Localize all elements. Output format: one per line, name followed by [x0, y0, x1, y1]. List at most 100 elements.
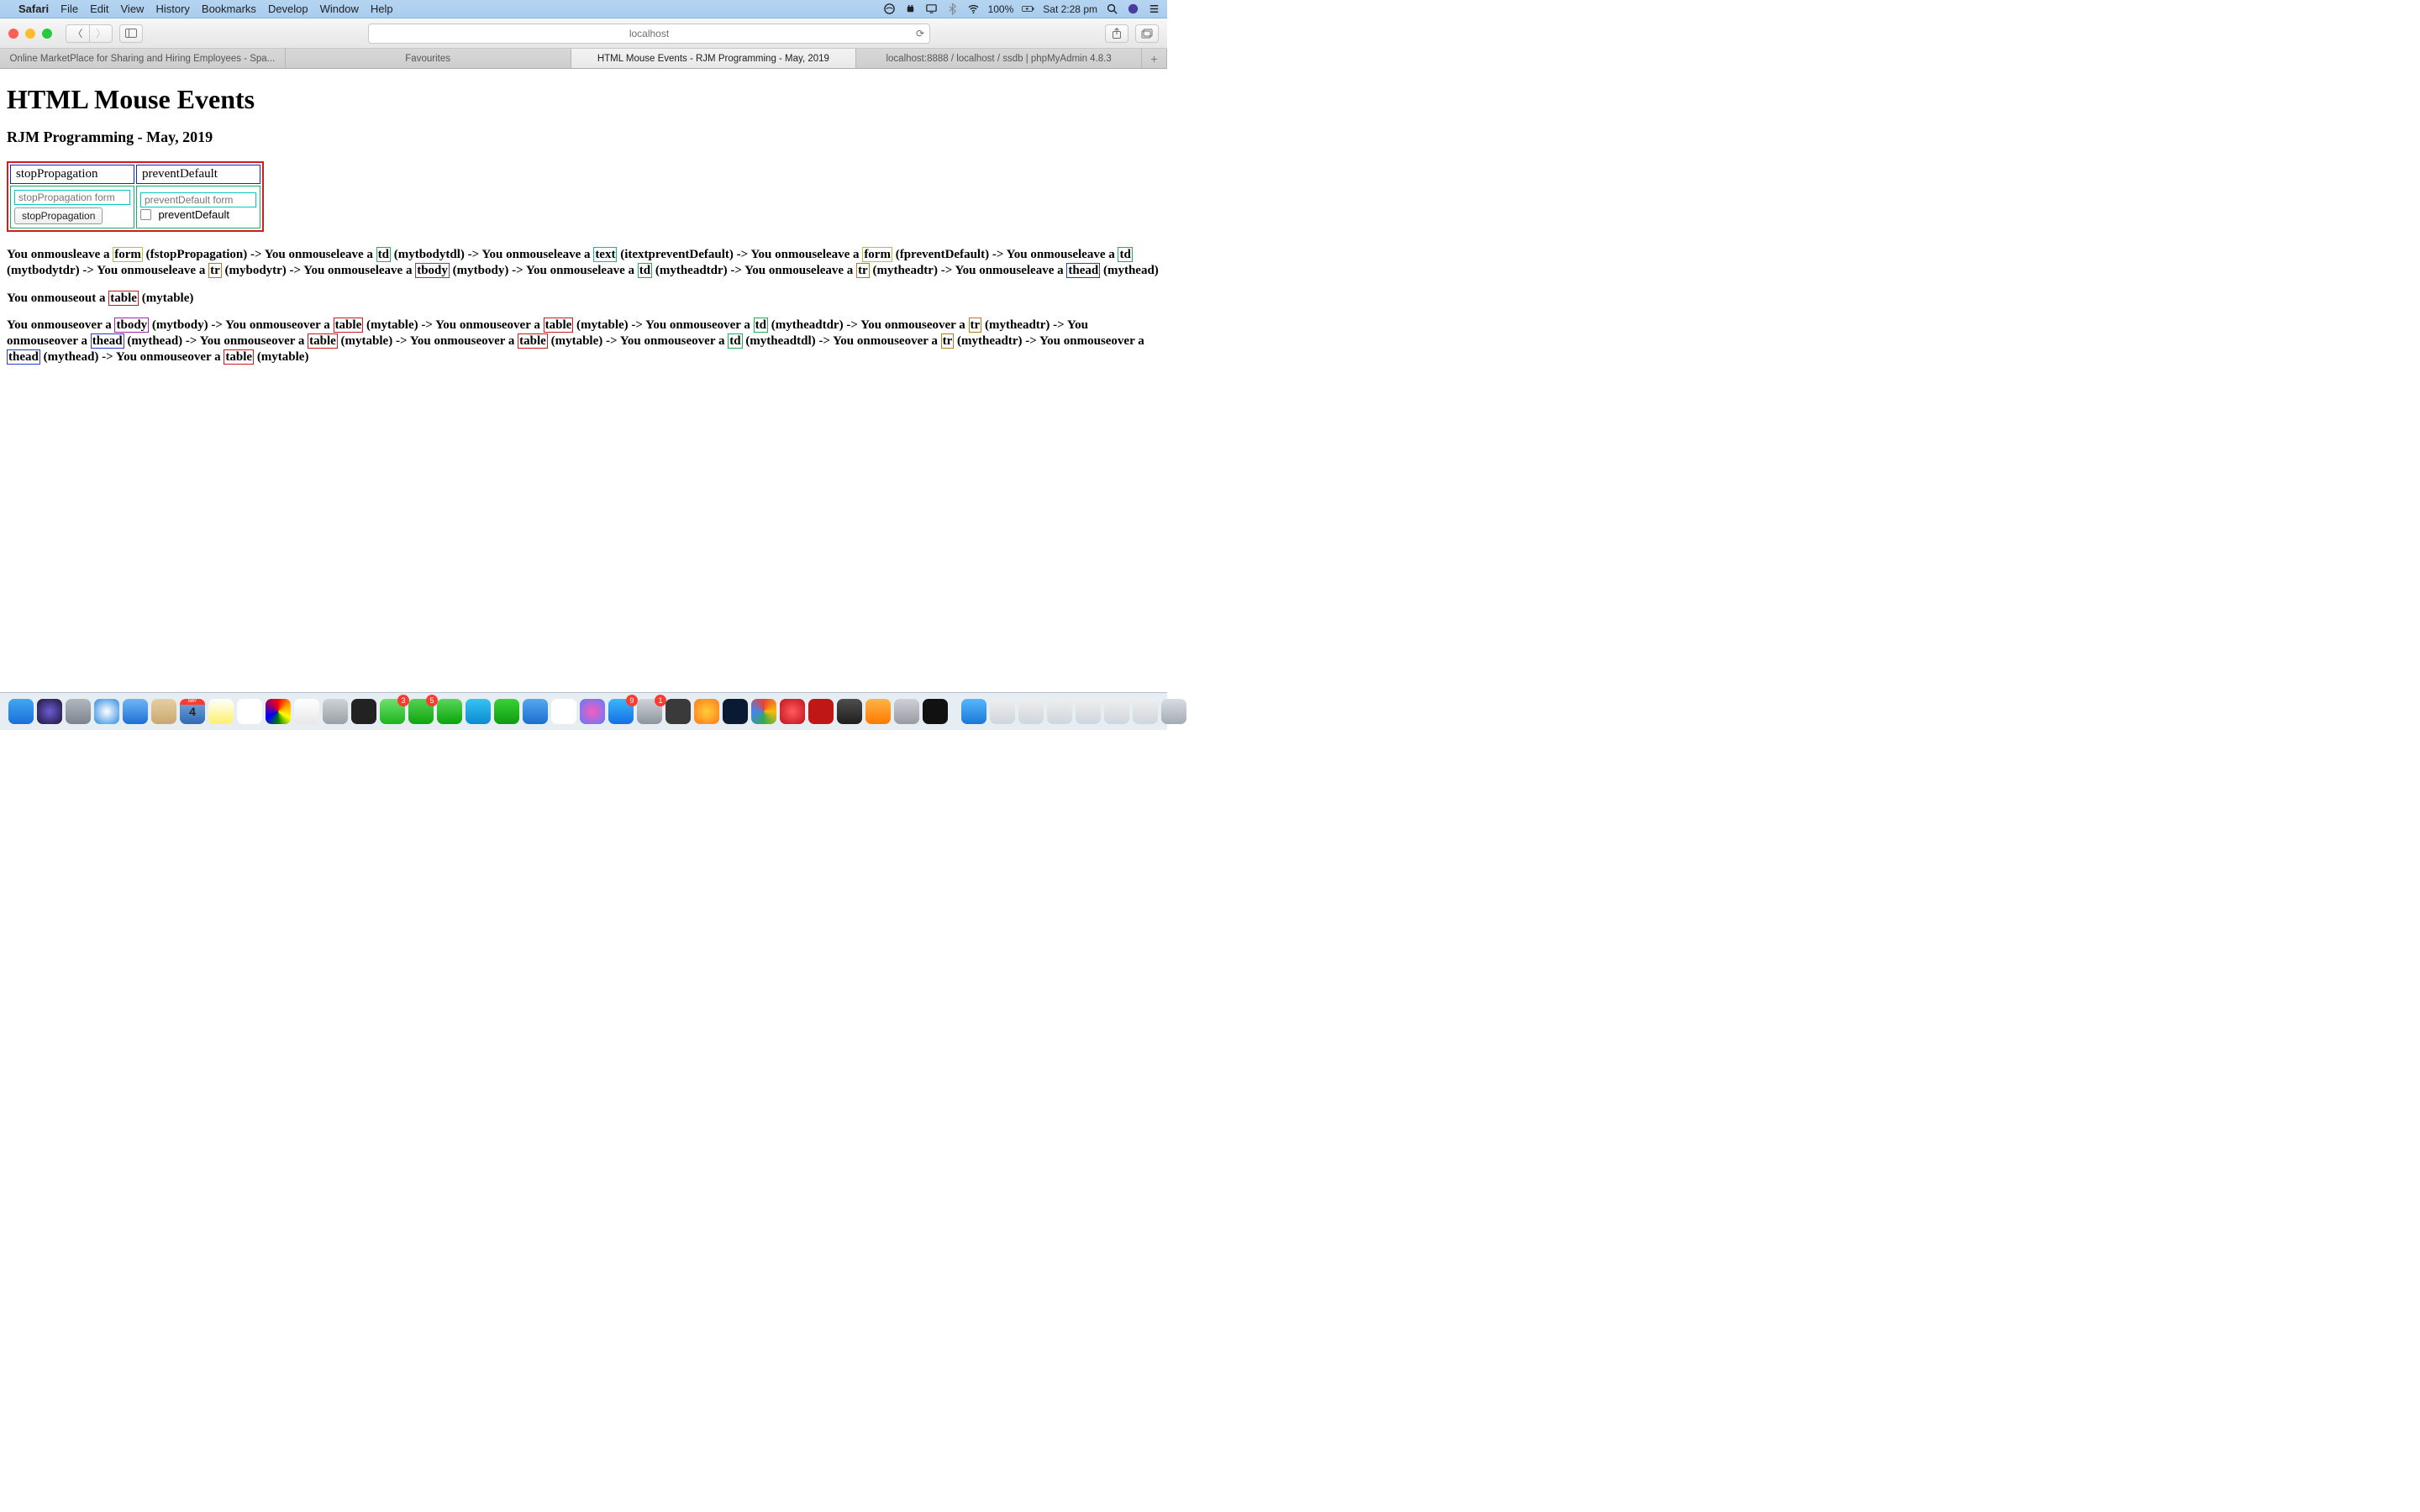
dock-contacts-icon[interactable] [151, 699, 176, 724]
zoom-window-button[interactable] [42, 29, 52, 39]
tab-0[interactable]: Online MarketPlace for Sharing and Hirin… [0, 49, 286, 68]
dock-systemprefs-icon[interactable] [323, 699, 348, 724]
wifi-icon[interactable] [967, 3, 980, 15]
share-button[interactable] [1105, 24, 1128, 43]
dock-firefox-icon[interactable] [694, 699, 719, 724]
spotlight-icon[interactable] [1106, 3, 1118, 15]
menu-develop[interactable]: Develop [268, 3, 308, 15]
dock-smoke-icon[interactable] [894, 699, 919, 724]
stoppropagation-input[interactable] [14, 190, 130, 205]
dock-preview1-icon[interactable] [990, 699, 1015, 724]
dock-reminders-icon[interactable] [237, 699, 262, 724]
minimize-window-button[interactable] [25, 29, 35, 39]
dock-terminal-icon[interactable] [923, 699, 948, 724]
demo-table[interactable]: stopPropagation preventDefault stopPropa… [7, 161, 264, 232]
dock-activity-icon[interactable] [351, 699, 376, 724]
dock-safari-icon[interactable] [94, 699, 119, 724]
menu-edit[interactable]: Edit [90, 3, 108, 15]
back-button[interactable]: 〈 [66, 24, 89, 43]
demo-tbody[interactable]: stopPropagation preventDefault [10, 186, 260, 228]
dock-notes-icon[interactable] [208, 699, 234, 724]
new-tab-button[interactable]: + [1142, 49, 1167, 68]
th-stoppropagation[interactable]: stopPropagation [10, 165, 134, 184]
hl-tr: tr [941, 333, 955, 349]
dock-photoshop-icon[interactable] [723, 699, 748, 724]
display-icon[interactable] [925, 3, 938, 15]
dock-line-icon[interactable] [437, 699, 462, 724]
menubar-clock[interactable]: Sat 2:28 pm [1043, 3, 1097, 15]
hl-table: table [308, 333, 338, 349]
dock-siri-icon[interactable] [37, 699, 62, 724]
address-bar[interactable]: localhost ⟳ [368, 24, 930, 44]
menu-bookmarks[interactable]: Bookmarks [202, 3, 256, 15]
dock-textedit-icon[interactable] [294, 699, 319, 724]
dock-preview6-icon[interactable] [1133, 699, 1158, 724]
demo-thead[interactable]: stopPropagation preventDefault [10, 165, 260, 184]
reload-icon[interactable]: ⟳ [916, 28, 924, 39]
tabs-overview-button[interactable] [1135, 24, 1159, 43]
menu-help[interactable]: Help [371, 3, 393, 15]
menu-view[interactable]: View [121, 3, 145, 15]
hl-form: form [862, 247, 892, 262]
dock-itunes-icon[interactable] [580, 699, 605, 724]
dock-wechat-icon[interactable]: 5 [408, 699, 434, 724]
dock-trash-icon[interactable] [1161, 699, 1186, 724]
dock-opera-icon[interactable] [780, 699, 805, 724]
tab-3[interactable]: localhost:8888 / localhost / ssdb | phpM… [856, 49, 1142, 68]
dock-mamp-icon[interactable] [837, 699, 862, 724]
dock-chrome-icon[interactable] [751, 699, 776, 724]
dock: MAY43591 [0, 692, 1167, 730]
tab-2[interactable]: HTML Mouse Events - RJM Programming - Ma… [571, 49, 857, 68]
hl-thead: thead [91, 333, 124, 349]
dock-calendar-icon[interactable]: MAY4 [180, 699, 205, 724]
stoppropagation-button[interactable]: stopPropagation [14, 207, 103, 224]
dock-preview4-icon[interactable] [1076, 699, 1101, 724]
dock-filezilla-icon[interactable] [808, 699, 834, 724]
dock-appstore-icon[interactable]: 9 [608, 699, 634, 724]
dock-finder-icon[interactable] [8, 699, 34, 724]
menubar-extra-icon[interactable] [883, 3, 896, 15]
preventdefault-checkbox[interactable] [140, 209, 151, 220]
dock-badge: 3 [397, 695, 409, 706]
dock-messages-icon[interactable]: 3 [380, 699, 405, 724]
dock-blocked-icon[interactable] [551, 699, 576, 724]
dock-preview3-icon[interactable] [1047, 699, 1072, 724]
td-stoppropagation[interactable]: stopPropagation [10, 186, 134, 228]
battery-percent: 100% [988, 3, 1014, 15]
hl-tr: tr [856, 263, 870, 278]
dock-launchpad-icon[interactable] [66, 699, 91, 724]
hl-tr: tr [208, 263, 222, 278]
close-window-button[interactable] [8, 29, 18, 39]
dock-automator-icon[interactable]: 1 [637, 699, 662, 724]
bluetooth-icon[interactable] [946, 3, 959, 15]
preventdefault-input[interactable] [140, 192, 256, 207]
dock-dropbox-icon[interactable] [523, 699, 548, 724]
notification-center-icon[interactable] [1148, 3, 1160, 15]
dock-magnifier-icon[interactable] [961, 699, 986, 724]
dock-preview2-icon[interactable] [1018, 699, 1044, 724]
menu-file[interactable]: File [60, 3, 78, 15]
menu-window[interactable]: Window [320, 3, 359, 15]
dock-skype-icon[interactable] [466, 699, 491, 724]
hl-tbody: tbody [415, 263, 450, 278]
battery-icon[interactable] [1022, 3, 1034, 15]
th-preventdefault[interactable]: preventDefault [136, 165, 260, 184]
hl-thead: thead [1066, 263, 1100, 278]
forward-button[interactable]: 〉 [89, 24, 113, 43]
android-icon[interactable] [904, 3, 917, 15]
dock-paint-icon[interactable] [865, 699, 891, 724]
dock-atom-icon[interactable] [666, 699, 691, 724]
dock-badge: 9 [626, 695, 638, 706]
siri-menubar-icon[interactable] [1127, 3, 1139, 15]
td-preventdefault[interactable]: preventDefault [136, 186, 260, 228]
menubar-app[interactable]: Safari [18, 3, 49, 15]
tab-1[interactable]: Favourites [286, 49, 571, 68]
dock-mail-icon[interactable] [123, 699, 148, 724]
menubar-left: Safari File Edit View History Bookmarks … [7, 3, 393, 15]
sidebar-button[interactable] [119, 24, 143, 43]
dock-colorpicker-icon[interactable] [266, 699, 291, 724]
menu-history[interactable]: History [155, 3, 189, 15]
dock-preview5-icon[interactable] [1104, 699, 1129, 724]
dock-badge: 5 [426, 695, 438, 706]
dock-numbers-icon[interactable] [494, 699, 519, 724]
